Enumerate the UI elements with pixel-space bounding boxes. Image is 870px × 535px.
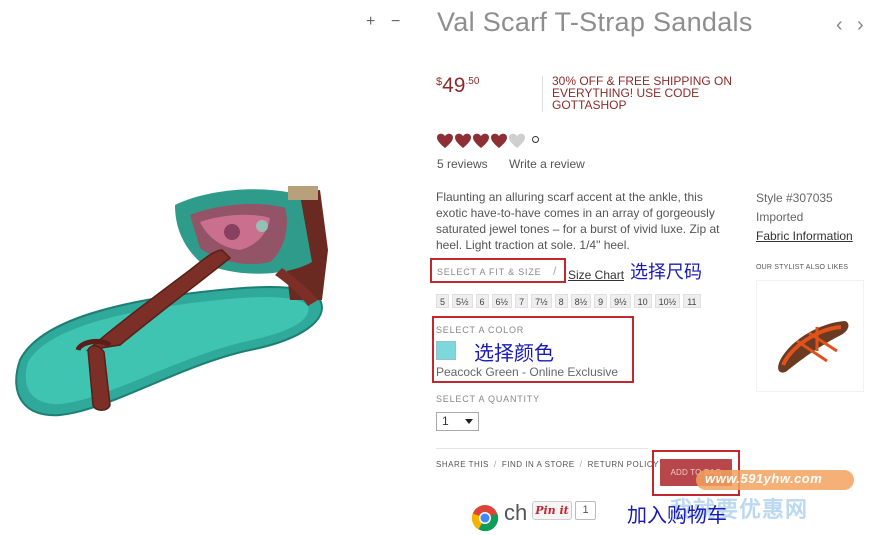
write-review-link[interactable]: Write a review xyxy=(509,157,585,171)
size-option[interactable]: 8½ xyxy=(570,294,592,308)
size-option[interactable]: 9 xyxy=(594,294,608,308)
size-option[interactable]: 9½ xyxy=(610,294,631,308)
quantity-label: SELECT A QUANTITY xyxy=(436,394,540,404)
find-in-store-link[interactable]: FIND IN A STORE xyxy=(502,460,575,469)
price-dollars: 49 xyxy=(442,74,466,97)
share-this-link[interactable]: SHARE THIS xyxy=(436,460,489,469)
size-chart-link[interactable]: Size Chart xyxy=(568,268,624,282)
price-currency: $ xyxy=(436,76,443,88)
heart-filled-icon xyxy=(473,133,489,148)
watermark-url: www.591yhw.com xyxy=(705,471,823,486)
style-number: Style #307035 xyxy=(756,191,833,205)
rating-hearts xyxy=(436,132,539,150)
separator: / xyxy=(493,459,497,469)
product-price: $49.50 xyxy=(436,74,479,98)
size-option[interactable]: 5½ xyxy=(452,294,473,308)
size-option[interactable]: 6 xyxy=(475,294,489,308)
product-description: Flaunting an alluring scarf accent at th… xyxy=(436,190,720,252)
size-option[interactable]: 8 xyxy=(554,294,568,308)
size-option[interactable]: 11 xyxy=(683,294,701,308)
heart-filled-icon xyxy=(455,133,471,148)
pin-count: 1 xyxy=(575,501,596,520)
heart-empty-icon xyxy=(509,133,525,148)
size-option[interactable]: 6½ xyxy=(491,294,513,308)
price-divider xyxy=(542,76,543,112)
fit-size-label: SELECT A FIT & SIZE xyxy=(437,267,542,277)
price-cents: .50 xyxy=(465,76,480,87)
fabric-information-link[interactable]: Fabric Information xyxy=(756,229,853,243)
zoom-rating-icon[interactable] xyxy=(532,135,539,143)
return-policy-link[interactable]: RETURN POLICY xyxy=(588,460,659,469)
zoom-out-icon[interactable]: − xyxy=(391,14,400,30)
product-image-pane: + − xyxy=(0,0,410,532)
chrome-partial-text: ch xyxy=(504,500,528,525)
reviews-count[interactable]: 5 reviews xyxy=(437,157,488,171)
heart-filled-icon xyxy=(437,133,453,148)
imported-label: Imported xyxy=(756,210,804,224)
pinit-button[interactable]: Pin it xyxy=(532,501,572,520)
size-option[interactable]: 5 xyxy=(436,294,450,308)
color-label: SELECT A COLOR xyxy=(436,325,525,335)
chrome-icon[interactable] xyxy=(471,504,499,532)
product-image[interactable] xyxy=(0,0,410,532)
annotation-select-color: 选择颜色 xyxy=(474,343,554,365)
size-option[interactable]: 7 xyxy=(515,294,529,308)
next-product-icon[interactable]: › xyxy=(857,14,864,37)
promo-text: 30% OFF & FREE SHIPPING ON EVERYTHING! U… xyxy=(552,74,733,112)
quantity-select[interactable]: 1 xyxy=(436,412,479,431)
size-option[interactable]: 7½ xyxy=(531,294,552,308)
prev-product-icon[interactable]: ‹ xyxy=(836,14,843,37)
recommended-product-image[interactable] xyxy=(756,280,864,392)
stylist-also-likes-label: OUR STYLIST ALSO LIKES xyxy=(756,264,849,271)
color-swatch-peacock-green[interactable] xyxy=(436,341,456,360)
size-option[interactable]: 10½ xyxy=(654,294,681,308)
separator: / xyxy=(579,459,583,469)
selected-color-name: Peacock Green - Online Exclusive xyxy=(436,365,619,379)
size-option[interactable]: 10 xyxy=(633,294,652,308)
share-row: SHARE THIS / FIND IN A STORE / RETURN PO… xyxy=(436,459,659,469)
annotation-select-size: 选择尺码 xyxy=(630,262,702,282)
annotation-add-to-cart: 加入购物车 xyxy=(627,505,727,527)
fit-separator: / xyxy=(553,264,557,278)
chevron-down-icon xyxy=(465,419,473,424)
zoom-in-icon[interactable]: + xyxy=(366,14,375,30)
product-title: Val Scarf T-Strap Sandals xyxy=(437,7,753,37)
recommended-sandal-image xyxy=(778,321,849,373)
actions-divider xyxy=(436,448,648,449)
heart-filled-icon xyxy=(491,133,507,148)
quantity-value: 1 xyxy=(442,414,449,428)
size-options: 5 5½ 6 6½ 7 7½ 8 8½ 9 9½ 10 10½ 11 xyxy=(436,294,701,308)
